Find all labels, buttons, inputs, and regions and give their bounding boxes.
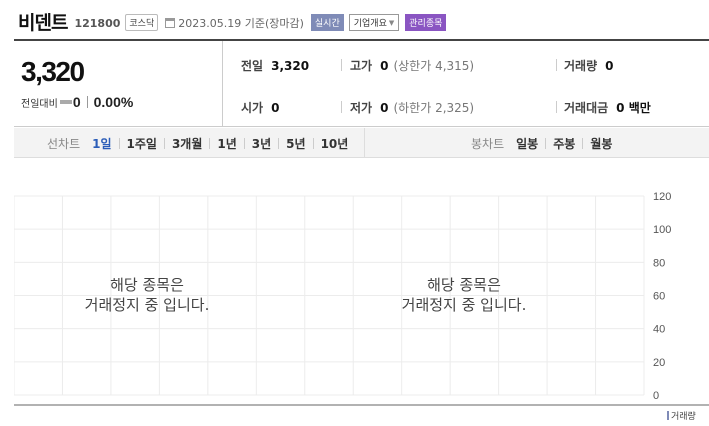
line-period-tab-2[interactable]: 3개월 [172,135,202,152]
chart-legend: 거래량 [667,409,696,422]
y-tick-label: 120 [653,191,671,203]
divider [278,137,280,149]
realtime-button[interactable]: 실시간 [310,14,344,31]
divider [556,59,557,71]
prev-close-value: 3,320 [271,59,310,73]
divider [118,137,120,149]
line-period-tab-5[interactable]: 5년 [286,135,305,152]
price-summary: 3,320 전일대비 0 0.00% [14,41,223,127]
candle-period-tab-2[interactable]: 월봉 [590,135,612,152]
candle-period-tab-1[interactable]: 주봉 [553,135,575,152]
y-tick-label: 20 [653,357,665,369]
divider [556,101,557,113]
line-period-tab-3[interactable]: 1년 [217,135,236,152]
trading-halt-message-right: 해당 종목은 거래정지 중 입니다. [344,275,584,315]
open-label: 시가 [241,101,264,115]
line-period-tab-1[interactable]: 1주일 [127,135,157,152]
line-period-tab-6[interactable]: 10년 [321,135,349,152]
change-row: 전일대비 0 0.00% [21,94,133,110]
low-value: 0 [380,101,389,115]
change-label: 전일대비 [21,98,58,110]
upper-limit: (상한가 4,315) [393,59,475,73]
open-value: 0 [271,101,280,115]
divider [582,137,584,149]
halt-line-2: 거래정지 중 입니다. [401,296,527,314]
low-label: 저가 [350,101,373,115]
flat-indicator-icon [59,100,72,104]
divider [209,137,211,149]
y-tick-label: 40 [653,324,665,336]
divider [243,137,245,149]
amount-value: 0 백만 [616,101,651,115]
divider [86,96,88,108]
candle-chart-tabs: 봉차트 일봉 주봉 월봉 [471,128,612,158]
volume-label: 거래량 [564,59,598,73]
line-period-tab-4[interactable]: 3년 [252,135,271,152]
halt-line-1: 해당 종목은 [110,276,184,294]
amount-cell: 거래대금 0 백만 [564,99,651,116]
high-cell: 고가 0 (상한가 4,315) [350,57,474,74]
prev-close-label: 전일 [241,59,264,73]
amount-label: 거래대금 [564,101,609,115]
volume-cell: 거래량 0 [564,57,613,74]
halt-line-2: 거래정지 중 입니다. [84,296,210,314]
chevron-down-icon: ▼ [388,18,395,27]
change-value: 0 [72,94,81,110]
current-price: 3,320 [21,56,85,87]
divider [545,137,547,149]
stock-name: 비덴트 [18,11,68,34]
divider [341,59,342,71]
y-tick-label: 60 [653,291,665,303]
low-cell: 저가 0 (하한가 2,325) [350,99,474,116]
volume-value: 0 [605,59,614,73]
divider [341,101,342,113]
line-chart-title: 선차트 [47,136,81,151]
divider [312,137,314,149]
candle-period-tab-0[interactable]: 일봉 [516,135,538,152]
lower-limit: (하한가 2,325) [393,101,475,115]
managed-stock-badge: 관리종목 [405,14,447,31]
candle-chart-title: 봉차트 [471,136,505,151]
trading-halt-message-left: 해당 종목은 거래정지 중 입니다. [27,275,267,315]
divider [163,137,165,149]
company-overview-label: 기업개요 [353,19,387,29]
y-tick-label: 100 [653,224,671,236]
quote-date: 2023.05.19 기준(장마감) [178,16,304,30]
halt-line-1: 해당 종목은 [427,276,501,294]
line-chart-tabs: 선차트 1일 1주일 3개월 1년 3년 5년 10년 [47,128,348,158]
stock-code: 121800 [74,16,121,30]
divider [364,128,365,158]
high-value: 0 [380,59,389,73]
chart-tab-bar: 선차트 1일 1주일 3개월 1년 3년 5년 10년 봉차트 일봉 주봉 월봉 [14,128,709,158]
y-tick-label: 80 [653,257,665,269]
market-badge: 코스닥 [125,13,159,31]
price-chart: 0 20 40 60 80 100 120 해당 종목은 거래정지 중 입니다. 해당 종목… [14,190,709,426]
stock-header: 비덴트 121800 코스닥 2023.05.19 기준(장마감) 실시간 기업… [18,8,447,34]
open-cell: 시가 0 [241,99,279,116]
prev-close-cell: 전일 3,320 [241,57,309,74]
high-label: 고가 [350,59,373,73]
legend-label: 거래량 [671,412,696,422]
quote-panel: 3,320 전일대비 0 0.00% 전일 3,320 고가 0 (상한가 4,… [14,39,709,127]
company-overview-dropdown[interactable]: 기업개요 ▼ [348,14,400,31]
line-period-tab-0[interactable]: 1일 [92,135,111,152]
change-percent: 0.00% [93,94,134,110]
y-tick-label: 0 [653,390,659,402]
legend-swatch [667,411,669,420]
calendar-icon [165,17,176,28]
